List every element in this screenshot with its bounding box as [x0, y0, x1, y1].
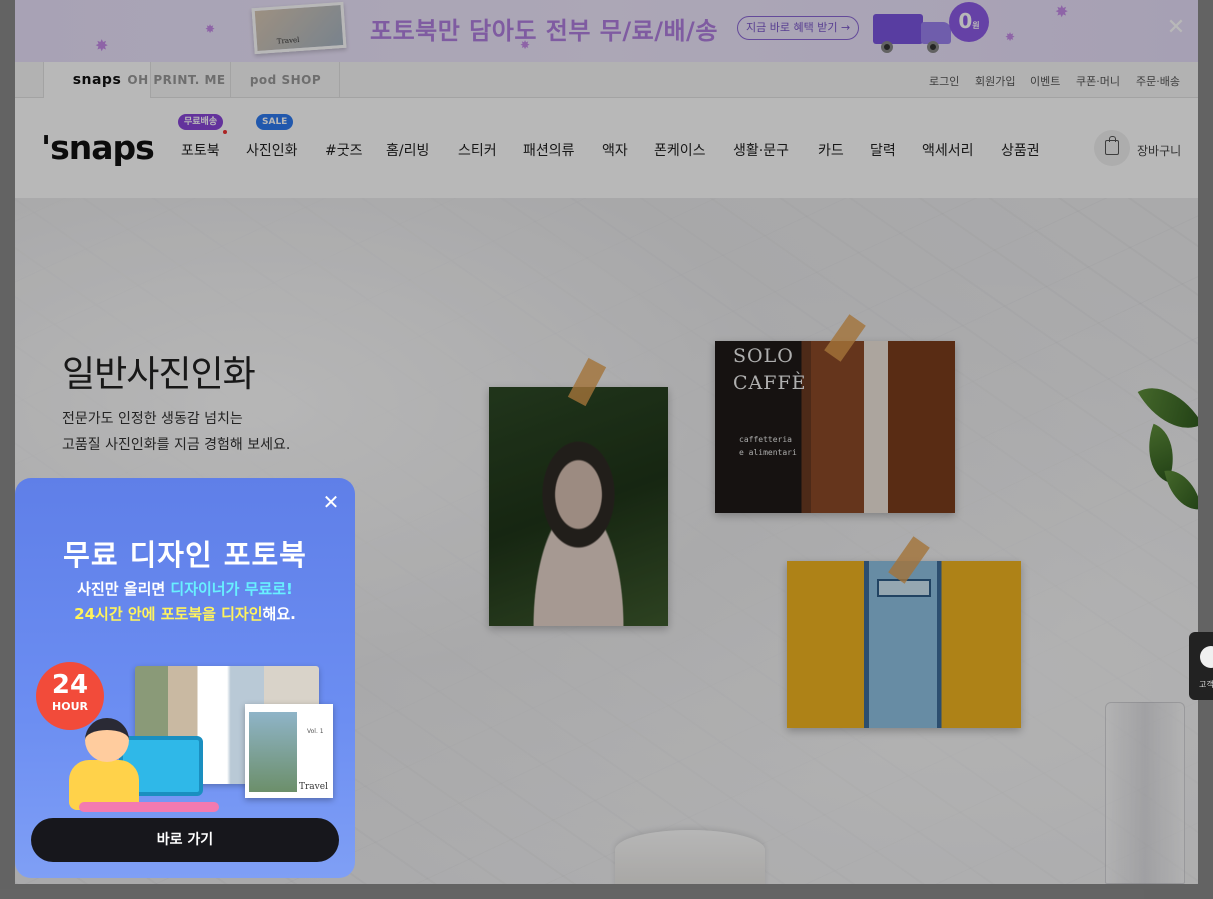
- popup-title: 무료 디자인 포토북: [63, 538, 307, 572]
- badge-hours: 24: [51, 670, 89, 700]
- popup-line1-text: 사진만 올리면: [77, 580, 171, 598]
- cart-label[interactable]: 장바구니: [1137, 142, 1181, 159]
- close-icon[interactable]: ✕: [1164, 16, 1188, 40]
- nav-item-card[interactable]: 카드: [818, 140, 844, 160]
- delivery-truck-icon: [873, 8, 951, 53]
- nav-item-goods[interactable]: #굿즈: [325, 140, 363, 160]
- coupon-link[interactable]: 쿠폰·머니: [1076, 73, 1120, 89]
- nav-item-fashion[interactable]: 패션의류: [523, 140, 575, 160]
- free-shipping-badge: 0원: [949, 2, 989, 42]
- support-icon: [1200, 646, 1213, 668]
- nav-item-photo-print[interactable]: 사진인화: [246, 140, 298, 160]
- customer-center-widget[interactable]: 고객: [1189, 632, 1213, 700]
- cafe-sign-text: SOLO CAFFÈ: [733, 345, 807, 394]
- 24-hour-badge: 24 HOUR: [36, 662, 104, 730]
- promo-title: 포토북만 담아도 전부 무/료/배/송: [370, 17, 718, 45]
- nav-item-gift-card[interactable]: 상품권: [1001, 140, 1040, 160]
- login-link[interactable]: 로그인: [929, 73, 959, 89]
- promo-benefit-button[interactable]: 지금 바로 혜택 받기 →: [737, 16, 860, 40]
- sparkle-icon: ✸: [205, 22, 216, 36]
- nav-item-home-living[interactable]: 홈/리빙: [386, 140, 429, 160]
- popup-line2-text: 해요.: [262, 605, 296, 623]
- nav-item-frame[interactable]: 액자: [602, 140, 628, 160]
- event-link[interactable]: 이벤트: [1030, 73, 1060, 89]
- badge-unit: 원: [972, 21, 980, 30]
- hero-description-line2: 고품질 사진인화를 지금 경험해 보세요.: [62, 437, 291, 453]
- site-switcher-bar: snaps OH PRINT. ME pod SHOP 로그인 회원가입 이벤트…: [15, 62, 1198, 98]
- shopping-bag-icon: [1105, 136, 1119, 155]
- portrait-photo: [489, 387, 668, 626]
- site-tab-ohprintme[interactable]: OH PRINT. ME: [123, 62, 231, 98]
- nav-item-phone-case[interactable]: 폰케이스: [654, 140, 706, 160]
- badge-value: 0: [958, 9, 973, 33]
- snaps-logo[interactable]: 'snaps: [41, 128, 155, 167]
- nav-item-photobook[interactable]: 포토북: [181, 140, 220, 160]
- popup-line1: 사진만 올리면 디자이너가 무료로!: [15, 578, 355, 599]
- cafe-subtext: caffetteria e alimentari: [739, 435, 797, 457]
- popup-line2-highlight: 24시간 안에 포토북을 디자인: [74, 605, 263, 623]
- close-icon[interactable]: ✕: [319, 490, 343, 514]
- yellow-door-photo: [787, 561, 1021, 728]
- sale-badge: SALE: [256, 114, 294, 130]
- glass-decoration: [1105, 702, 1185, 884]
- nav-item-accessory[interactable]: 액세서리: [922, 140, 974, 160]
- order-link[interactable]: 주문·배송: [1136, 73, 1180, 89]
- cart-button[interactable]: [1094, 130, 1130, 166]
- popup-line1-highlight: 디자이너가 무료로!: [170, 580, 293, 598]
- book-title: Travel: [299, 782, 328, 792]
- promo-banner[interactable]: ✸ ✸ ✸ ✸ ✸ Travel 포토북만 담아도 전부 무/료/배/송 지금 …: [15, 0, 1198, 62]
- free-shipping-badge: 무료배송: [178, 114, 224, 130]
- nav-item-calendar[interactable]: 달력: [870, 140, 896, 160]
- sparkle-icon: ✸: [1005, 30, 1016, 44]
- popup-line2: 24시간 안에 포토북을 디자인해요.: [15, 603, 355, 624]
- site-tab-podshop[interactable]: pod SHOP: [232, 62, 340, 98]
- hero-title: 일반사진인화: [62, 354, 256, 395]
- nav-item-sticker[interactable]: 스티커: [458, 140, 497, 160]
- nav-item-stationery[interactable]: 생활·문구: [733, 140, 789, 160]
- go-now-button[interactable]: 바로 가기: [31, 818, 339, 862]
- free-design-popup: ✕ 무료 디자인 포토북 사진만 올리면 디자이너가 무료로! 24시간 안에 …: [15, 478, 355, 878]
- sparkle-icon: ✸: [95, 36, 109, 55]
- badge-hour-label: HOUR: [52, 700, 88, 713]
- plant-decoration: [1136, 198, 1198, 515]
- main-navigation: 'snaps 무료배송 SALE 포토북 사진인화 #굿즈 홈/리빙 스티커 패…: [15, 98, 1198, 198]
- travel-book-illustration: Vol. 1 Travel: [245, 704, 333, 798]
- book-volume: Vol. 1: [307, 728, 324, 735]
- photobook-thumbnail: Travel: [251, 1, 347, 55]
- cup-decoration: [615, 830, 765, 884]
- new-dot-icon: [223, 130, 227, 134]
- signup-link[interactable]: 회원가입: [975, 73, 1015, 89]
- thumbnail-caption: Travel: [276, 36, 300, 46]
- widget-label: 고객: [1199, 680, 1213, 689]
- sparkle-icon: ✸: [1055, 2, 1069, 21]
- hero-description-line1: 전문가도 인정한 생동감 넘치는: [62, 411, 243, 427]
- cafe-photo: SOLO CAFFÈ caffetteria e alimentari: [715, 341, 955, 513]
